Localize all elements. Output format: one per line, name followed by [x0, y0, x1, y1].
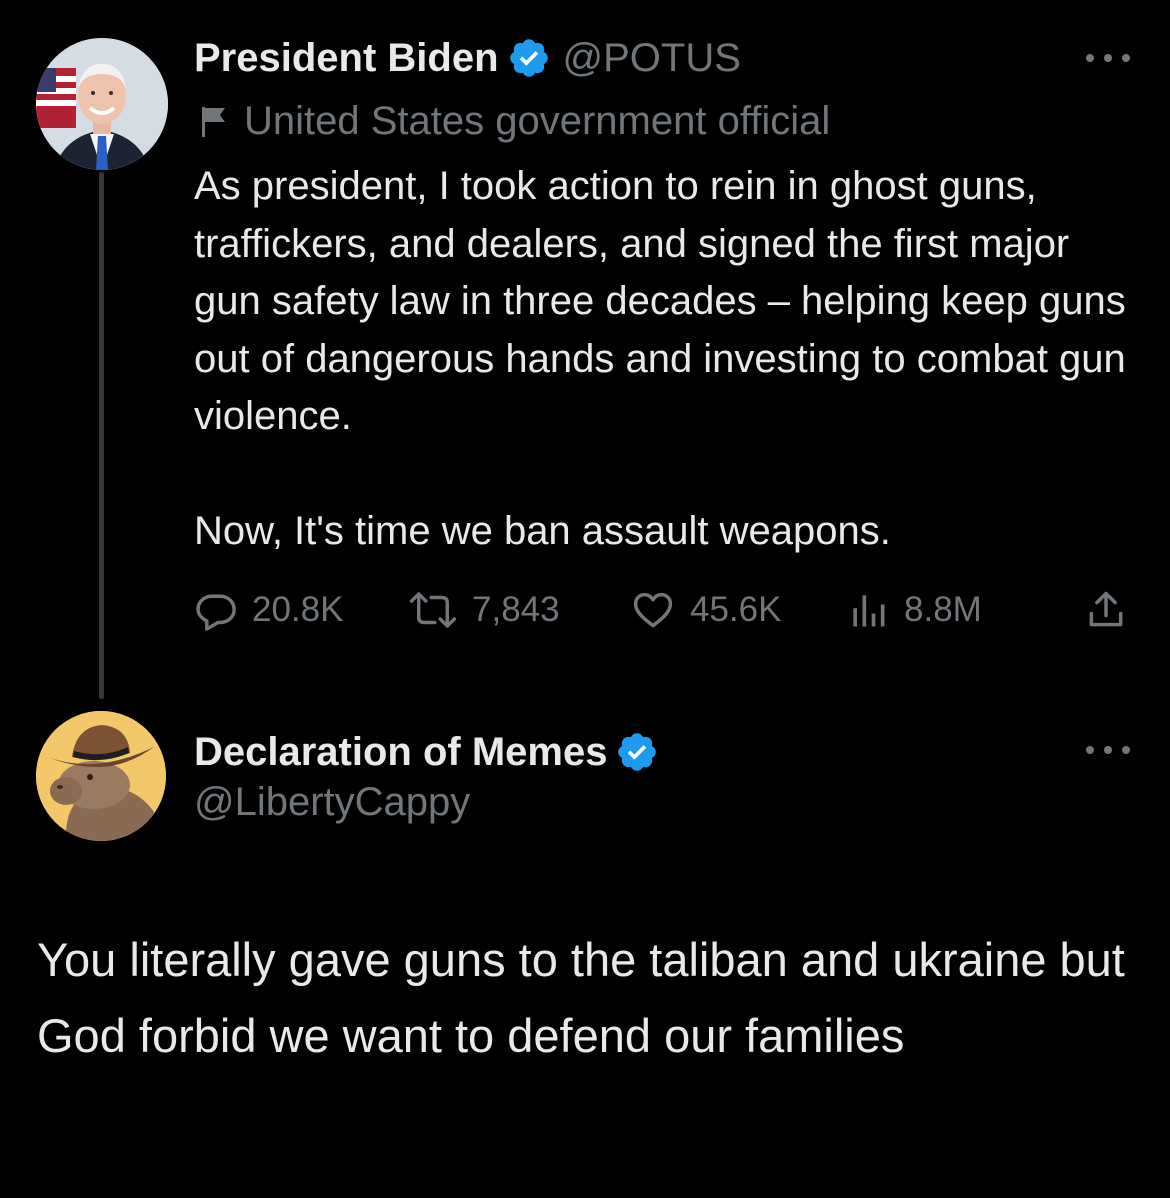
tweet-action-bar: 20.8K 7,843 45.6K 8.8M [0, 582, 1170, 638]
retweet-icon [409, 592, 457, 628]
reply-count: 20.8K [252, 590, 344, 629]
tweet-author-row: President Biden @POTUS [194, 32, 741, 84]
avatar-potus[interactable] [36, 38, 168, 170]
retweet-button[interactable]: 7,843 [408, 582, 560, 638]
views-count: 8.8M [904, 590, 982, 629]
reply-author-name[interactable]: Declaration of Memes [194, 730, 607, 775]
reply-button[interactable]: 20.8K [194, 582, 343, 638]
share-button[interactable] [1084, 582, 1128, 638]
tweet-text-paragraph-2: Now, It's time we ban assault weapons. [194, 509, 891, 553]
flag-icon [194, 101, 234, 141]
affiliation-label: United States government official [194, 96, 830, 146]
views-icon [853, 595, 885, 627]
more-icon[interactable] [1086, 48, 1130, 68]
tweet-body: As president, I took action to rein in g… [194, 158, 1144, 561]
more-icon[interactable] [1086, 740, 1130, 760]
like-icon [633, 592, 673, 628]
affiliation-text: United States government official [244, 98, 831, 143]
tweet-author-name[interactable]: President Biden [194, 36, 499, 81]
like-button[interactable]: 45.6K [630, 582, 781, 638]
reply-icon [196, 594, 236, 631]
avatar-libertycappy-image [36, 711, 166, 841]
views-button[interactable]: 8.8M [846, 582, 982, 638]
tweet-author-handle[interactable]: @POTUS [563, 36, 741, 81]
retweet-count: 7,843 [472, 590, 560, 629]
avatar-potus-image [36, 38, 168, 170]
reply-author-row: Declaration of Memes [194, 726, 671, 778]
verified-badge-icon [507, 36, 551, 80]
tweet-text-paragraph-1: As president, I took action to rein in g… [194, 164, 1126, 438]
reply-author-handle[interactable]: @LibertyCappy [194, 780, 470, 825]
verified-badge-icon [615, 730, 659, 774]
share-icon [1089, 591, 1123, 627]
reply-text: You literally gave guns to the taliban a… [37, 933, 1125, 1062]
like-count: 45.6K [690, 590, 782, 629]
avatar-libertycappy[interactable] [36, 711, 166, 841]
